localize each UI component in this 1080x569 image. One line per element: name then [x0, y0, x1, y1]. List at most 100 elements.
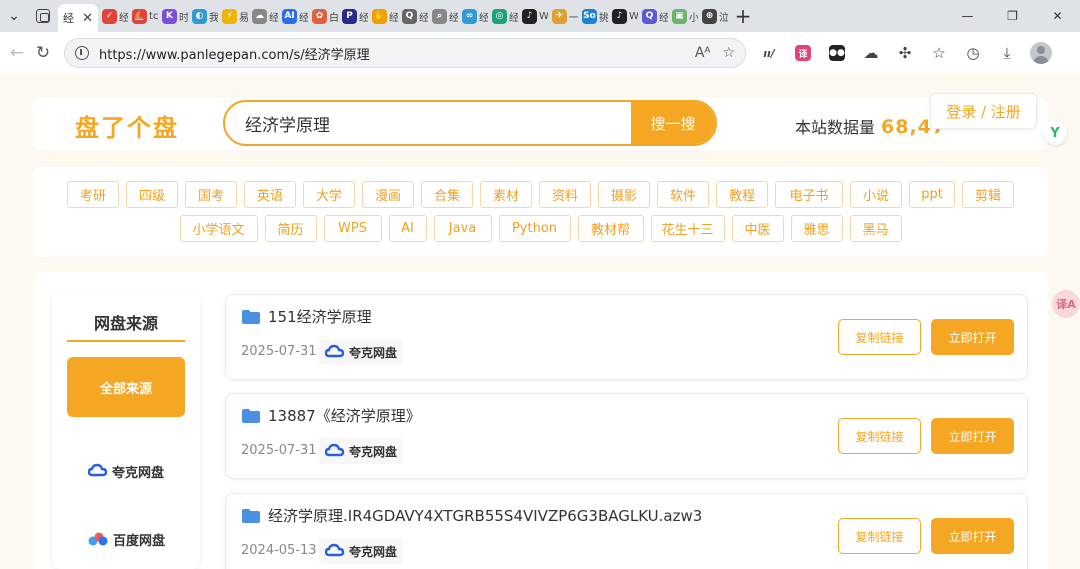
- browser-tab[interactable]: ⚡ 易: [218, 0, 248, 32]
- tag-item[interactable]: 考研: [67, 181, 119, 208]
- tag-item[interactable]: WPS: [323, 215, 382, 242]
- site-info-icon[interactable]: [75, 46, 89, 60]
- ext-tampermonkey-icon[interactable]: ●●: [820, 36, 854, 70]
- browser-tab[interactable]: ◐ 我: [188, 0, 218, 32]
- browser-tab-label: 经: [659, 12, 668, 24]
- browser-tab[interactable]: ♪ W: [518, 0, 548, 32]
- browser-tab[interactable]: ▣ 小: [668, 0, 698, 32]
- tag-item[interactable]: 剪辑: [962, 181, 1014, 208]
- browser-tab[interactable]: ✋ 经: [368, 0, 398, 32]
- read-aloud-icon[interactable]: Aᴬ: [695, 45, 711, 61]
- copy-link-button[interactable]: 复制链接: [838, 518, 921, 554]
- tab-active[interactable]: 经 ✕: [58, 4, 98, 32]
- tag-item[interactable]: 中医: [731, 215, 784, 242]
- search-input[interactable]: [225, 102, 631, 144]
- browser-tab[interactable]: ✓ 经: [98, 0, 128, 32]
- tab-list-chevron-icon[interactable]: ⌄: [0, 0, 28, 32]
- browser-tab[interactable]: ☁ 经: [248, 0, 278, 32]
- result-title[interactable]: 13887《经济学原理》: [268, 405, 421, 426]
- tab-favicon-p: P: [342, 8, 357, 24]
- browser-tab-label: 易: [239, 12, 248, 24]
- history-icon[interactable]: ◷: [956, 36, 990, 70]
- tag-item[interactable]: Python: [498, 215, 571, 242]
- reload-icon[interactable]: ↻: [26, 36, 60, 70]
- login-register-button[interactable]: 登录 / 注册: [930, 93, 1037, 129]
- downloads-icon[interactable]: ⤓: [990, 36, 1024, 70]
- open-now-button[interactable]: 立即打开: [931, 319, 1014, 355]
- result-item[interactable]: 13887《经济学原理》 2025-07-31 夸克网盘 复制链接 立即打开: [225, 393, 1028, 479]
- open-now-button[interactable]: 立即打开: [931, 518, 1014, 554]
- sidebar-title-underline: [67, 340, 185, 342]
- tag-item[interactable]: 软件: [657, 181, 709, 208]
- tag-item[interactable]: 英语: [244, 181, 296, 208]
- tag-item[interactable]: 小学语文: [179, 215, 258, 242]
- tag-item[interactable]: 黑马: [849, 215, 902, 242]
- close-window-button[interactable]: ✕: [1035, 0, 1080, 32]
- tag-item[interactable]: 摄影: [598, 181, 650, 208]
- tag-item[interactable]: 小说: [850, 181, 902, 208]
- result-item[interactable]: 151经济学原理 2025-07-31 夸克网盘 复制链接 立即打开: [225, 294, 1028, 380]
- browser-tab-label: 经: [509, 12, 518, 24]
- translate-float-icon[interactable]: 译A: [1052, 290, 1080, 318]
- site-logo[interactable]: 盘了个盘: [75, 108, 179, 143]
- sidebar-item-quark[interactable]: 夸克网盘: [67, 456, 185, 486]
- tag-item[interactable]: 合集: [421, 181, 473, 208]
- search-button[interactable]: 搜一搜: [631, 102, 715, 144]
- browser-tab[interactable]: ♪ W: [608, 0, 638, 32]
- tag-item[interactable]: 简历: [264, 215, 317, 242]
- ext-cloud-icon[interactable]: ☁: [854, 36, 888, 70]
- browser-tab[interactable]: AI 经: [278, 0, 308, 32]
- tab-close-icon[interactable]: ✕: [82, 11, 93, 26]
- browser-tab[interactable]: ⌕ 经: [428, 0, 458, 32]
- tag-item[interactable]: 四级: [126, 181, 178, 208]
- result-title[interactable]: 151经济学原理: [268, 306, 372, 327]
- browser-tab-label: 经: [269, 12, 278, 24]
- result-title[interactable]: 经济学原理.IR4GDAVY4XTGRB55S4VIVZP6G3BAGLKU.a…: [268, 505, 702, 526]
- open-now-button[interactable]: 立即打开: [931, 418, 1014, 454]
- tag-item[interactable]: 雅思: [790, 215, 843, 242]
- tag-item[interactable]: 素材: [480, 181, 532, 208]
- browser-tab[interactable]: So 挑: [578, 0, 608, 32]
- tag-item[interactable]: 教材帮: [577, 215, 644, 242]
- favorites-icon[interactable]: ☆: [922, 36, 956, 70]
- side-float-y-icon[interactable]: Y: [1043, 121, 1067, 145]
- tag-item[interactable]: 漫画: [362, 181, 414, 208]
- browser-tab[interactable]: K时: [158, 0, 188, 32]
- browser-tab[interactable]: ⛵ tc: [128, 0, 158, 32]
- tag-item[interactable]: Java: [433, 215, 492, 242]
- workspaces-icon[interactable]: [28, 0, 58, 32]
- tag-item[interactable]: 资料: [539, 181, 591, 208]
- browser-tab[interactable]: ∞ 经: [458, 0, 488, 32]
- profile-avatar[interactable]: [1024, 36, 1058, 70]
- browser-tab[interactable]: Q经: [398, 0, 428, 32]
- tab-favicon-search2: Q: [642, 8, 657, 24]
- address-bar[interactable]: https://www.panlegepan.com/s/经济学原理 Aᴬ ☆: [64, 38, 746, 68]
- browser-tab[interactable]: ◎ 经: [488, 0, 518, 32]
- browser-tab[interactable]: Q经: [638, 0, 668, 32]
- result-item[interactable]: 经济学原理.IR4GDAVY4XTGRB55S4VIVZP6G3BAGLKU.a…: [225, 493, 1028, 569]
- tag-item[interactable]: 花生十三: [650, 215, 725, 242]
- tag-item[interactable]: 国考: [185, 181, 237, 208]
- browser-tab[interactable]: ✈ 一: [548, 0, 578, 32]
- tag-item[interactable]: 大学: [303, 181, 355, 208]
- browser-tab[interactable]: ✿ 白: [308, 0, 338, 32]
- new-tab-button[interactable]: +: [728, 0, 758, 32]
- copy-link-button[interactable]: 复制链接: [838, 418, 921, 454]
- sidebar-item-baidu[interactable]: 百度网盘: [67, 524, 185, 554]
- tag-item[interactable]: AI: [388, 215, 427, 242]
- tab-list: ✓ 经 ⛵ tc K 时 ◐ 我 ⚡ 易 ☁ 经 AI 经 ✿ 白 P 经 ✋ 经 Q 经 ⌕ 经 ∞ 经 ◎ 经 ♪ W ✈ 一 So 挑 ♪ W Q…: [98, 0, 728, 32]
- favorite-star-icon[interactable]: ☆: [722, 45, 735, 61]
- browser-tab[interactable]: P经: [338, 0, 368, 32]
- extensions-puzzle-icon[interactable]: ✣: [888, 36, 922, 70]
- restore-button[interactable]: ❐: [990, 0, 1035, 32]
- tag-item[interactable]: ppt: [909, 181, 955, 208]
- sidebar-item-all-sources[interactable]: 全部来源: [67, 357, 185, 417]
- minimize-button[interactable]: —: [945, 0, 990, 32]
- ext-mi-icon[interactable]: ıı/: [752, 36, 786, 70]
- copy-link-button[interactable]: 复制链接: [838, 319, 921, 355]
- url-text[interactable]: https://www.panlegepan.com/s/经济学原理: [99, 44, 683, 63]
- tag-item[interactable]: 教程: [716, 181, 768, 208]
- tag-item[interactable]: 电子书: [775, 181, 843, 208]
- browser-tab[interactable]: ⊕ 泣: [698, 0, 728, 32]
- ext-translate-icon[interactable]: 译: [786, 36, 820, 70]
